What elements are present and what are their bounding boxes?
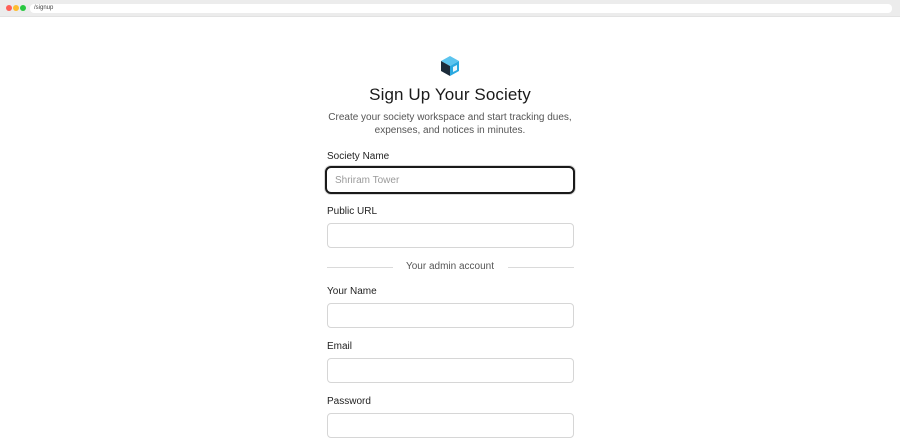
your-name-input[interactable] <box>327 303 574 328</box>
society-name-label: Society Name <box>327 151 390 162</box>
browser-toolbar: /signup <box>0 0 900 17</box>
admin-account-divider-label: Your admin account <box>405 261 495 272</box>
divider-right <box>508 267 574 268</box>
public-url-label: Public URL <box>327 206 378 217</box>
society-name-input[interactable] <box>325 166 575 194</box>
maximize-window-button[interactable] <box>20 5 26 11</box>
your-name-label: Your Name <box>327 286 377 297</box>
public-url-input[interactable] <box>327 223 574 248</box>
page-title: Sign Up Your Society <box>369 85 531 104</box>
page-subtitle: Create your society workspace and start … <box>328 112 572 136</box>
password-label: Password <box>327 396 371 407</box>
email-label: Email <box>327 341 353 352</box>
address-bar[interactable]: /signup <box>30 4 892 13</box>
close-window-button[interactable] <box>6 5 12 11</box>
minimize-window-button[interactable] <box>13 5 19 11</box>
password-field[interactable] <box>327 413 574 438</box>
email-field[interactable] <box>327 358 574 383</box>
signup-page: Sign Up Your Society Create your society… <box>0 17 900 438</box>
cube-icon <box>441 56 459 76</box>
